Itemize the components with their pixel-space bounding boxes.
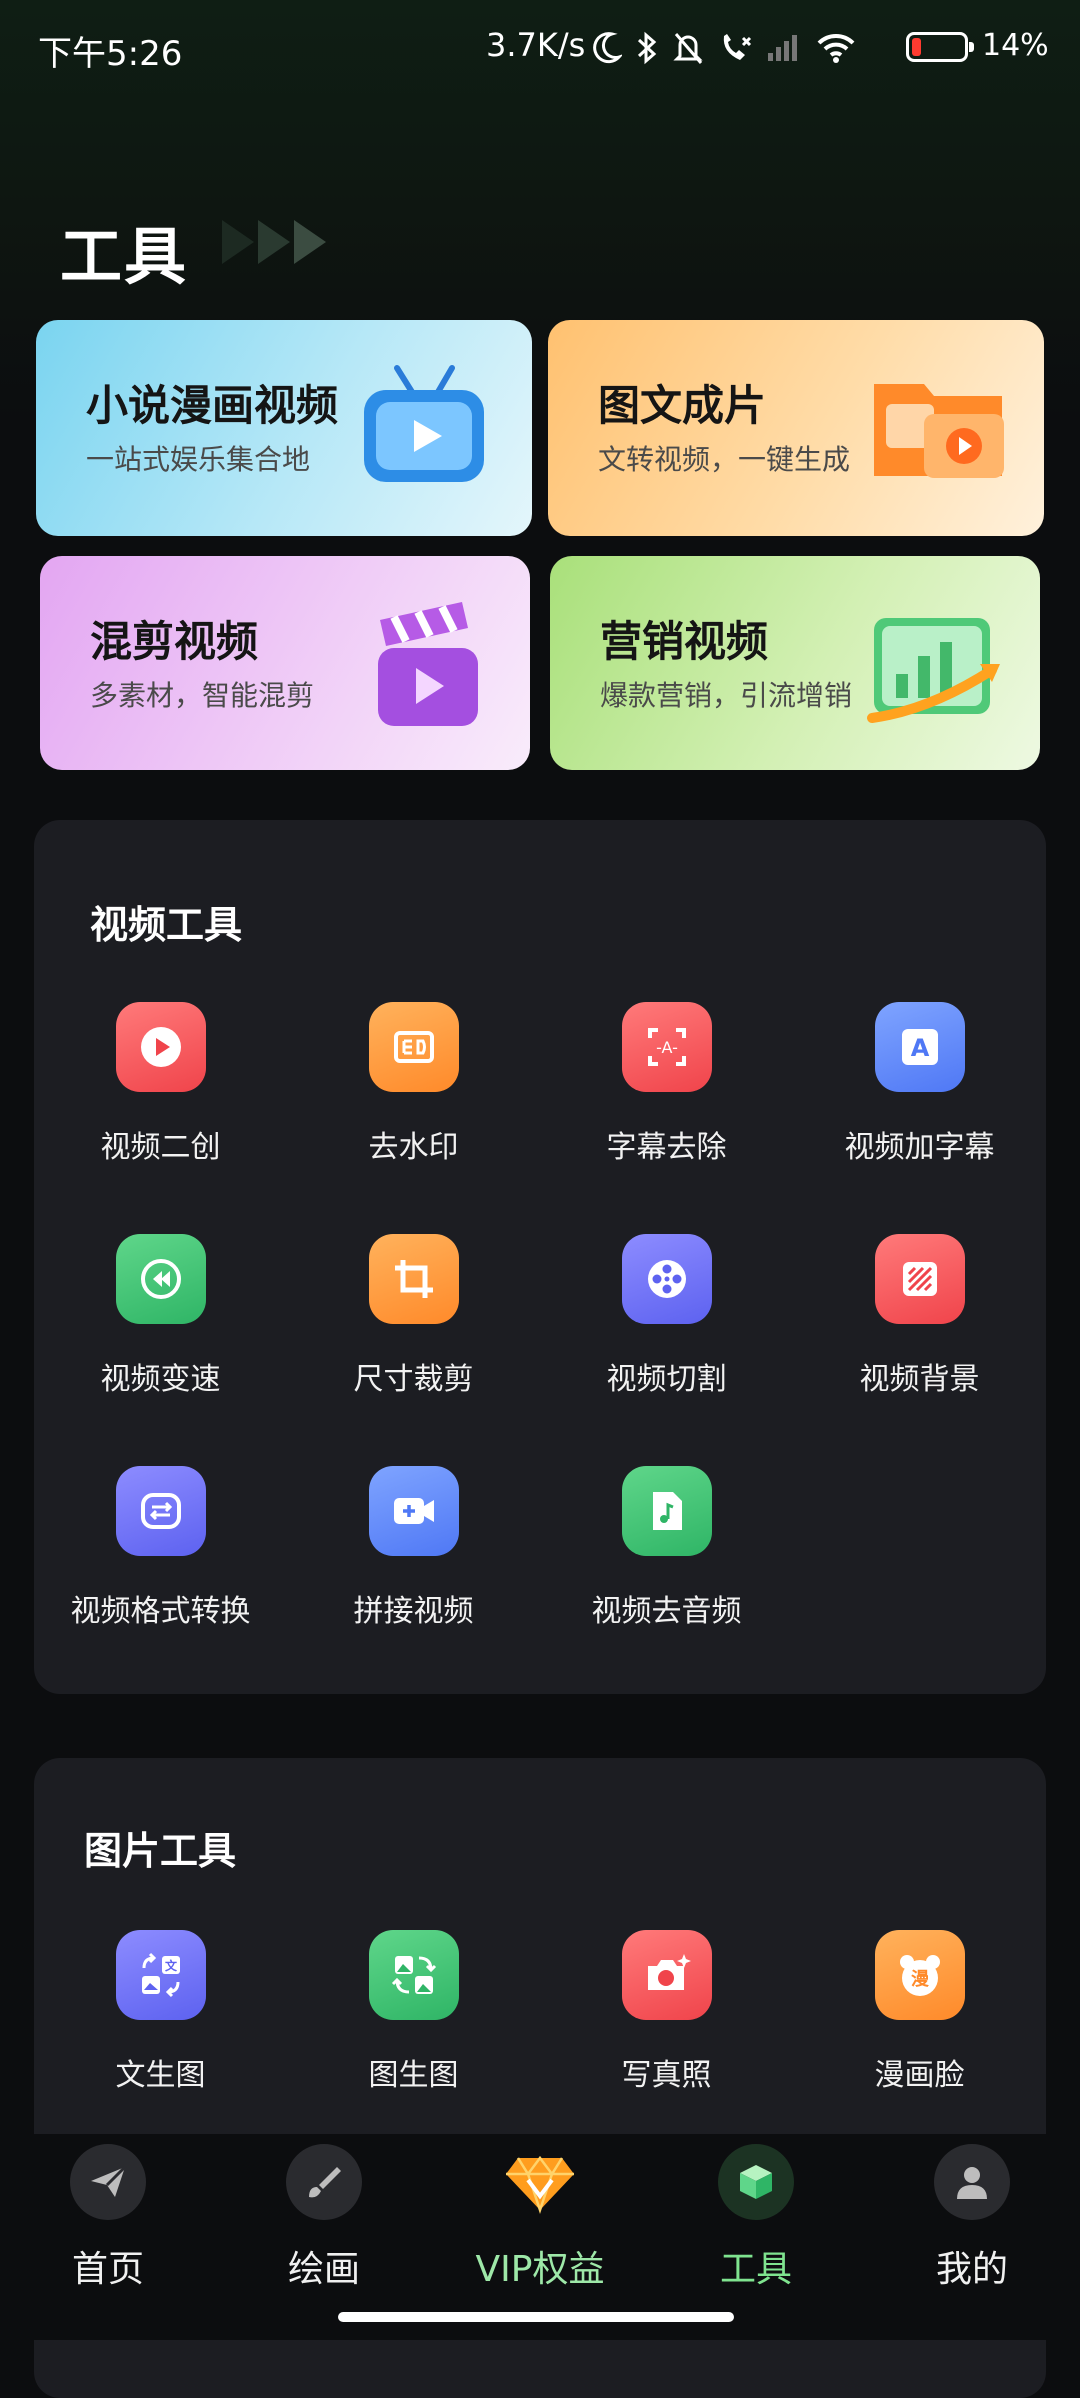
- nav-label: VIP权益: [475, 2249, 605, 2290]
- feature-card-title: 图文成片: [598, 381, 767, 430]
- image-to-image-icon: [368, 1930, 459, 2020]
- tool-video-background[interactable]: 视频背景: [793, 1234, 1046, 1398]
- bluetooth-icon: [637, 31, 657, 65]
- tool-image-to-image[interactable]: 图生图: [287, 1930, 540, 2094]
- battery-percent: 14%: [982, 28, 1049, 63]
- nav-item-mine[interactable]: 我的: [864, 2144, 1080, 2292]
- feature-card-subtitle: 一站式娱乐集合地: [86, 443, 311, 476]
- nav-item-tools[interactable]: 工具: [648, 2144, 864, 2292]
- svg-text:-A-: -A-: [656, 1038, 678, 1057]
- folder-video-icon: [874, 384, 1004, 478]
- video-tools-title: 视频工具: [90, 903, 243, 947]
- tool-label: 漫画脸: [874, 2058, 965, 2093]
- convert-icon: [115, 1466, 206, 1556]
- tool-add-subtitles[interactable]: A 视频加字幕: [793, 1002, 1046, 1166]
- tool-size-crop[interactable]: 尺寸裁剪: [287, 1234, 540, 1398]
- wifi-icon: [817, 33, 855, 63]
- tool-label: 视频去音频: [591, 1594, 742, 1629]
- clapperboard-icon: [378, 602, 478, 726]
- tool-label: 字幕去除: [606, 1130, 727, 1165]
- tool-label: 视频加字幕: [844, 1130, 995, 1165]
- svg-text:漫: 漫: [911, 1969, 930, 1990]
- paper-plane-icon: [70, 2144, 146, 2220]
- music-file-icon: [621, 1466, 712, 1556]
- tool-label: 去水印: [368, 1130, 459, 1165]
- feature-card-title: 小说漫画视频: [86, 381, 339, 430]
- feature-card-marketing-video[interactable]: 营销视频 爆款营销，引流增销: [550, 556, 1040, 770]
- tool-label: 拼接视频: [353, 1594, 474, 1629]
- status-time: 下午5:26: [38, 34, 183, 74]
- cube-icon: [718, 2144, 794, 2220]
- nav-item-vip[interactable]: VIP权益: [432, 2144, 648, 2292]
- video-add-icon: [368, 1466, 459, 1556]
- tool-video-split[interactable]: 视频切割: [540, 1234, 793, 1398]
- tool-label: 视频背景: [859, 1362, 980, 1397]
- nav-item-home[interactable]: 首页: [0, 2144, 216, 2292]
- tool-label: 尺寸裁剪: [353, 1362, 474, 1397]
- feature-card-mix-cut-video[interactable]: 混剪视频 多素材，智能混剪: [40, 556, 530, 770]
- tool-remove-audio[interactable]: 视频去音频: [540, 1466, 793, 1630]
- tool-label: 视频格式转换: [70, 1594, 251, 1629]
- feature-card-title: 营销视频: [600, 617, 769, 666]
- nav-label: 工具: [719, 2249, 792, 2290]
- tool-remove-watermark[interactable]: 去水印: [287, 1002, 540, 1166]
- nav-label: 首页: [71, 2249, 144, 2290]
- feature-card-title: 混剪视频: [90, 617, 259, 666]
- decorative-arrows-icon: [222, 220, 330, 264]
- status-icons: [592, 28, 856, 68]
- text-a-icon: A: [874, 1002, 965, 1092]
- tv-icon: [364, 365, 484, 482]
- tool-label: 图生图: [368, 2058, 459, 2093]
- moon-icon: [593, 32, 622, 64]
- tool-label: 视频变速: [100, 1362, 221, 1397]
- tool-video-recreate[interactable]: 视频二创: [34, 1002, 287, 1166]
- play-icon: [115, 1002, 206, 1092]
- tool-remove-subtitles[interactable]: -A- 字幕去除: [540, 1002, 793, 1166]
- vip-diamond-icon: [502, 2144, 578, 2220]
- tool-label: 视频二创: [100, 1130, 221, 1165]
- tool-portrait-photo[interactable]: 写真照: [540, 1930, 793, 2094]
- watermark-icon: [368, 1002, 459, 1092]
- tool-text-to-image[interactable]: 文 文生图: [34, 1930, 287, 2094]
- call-icon: [723, 34, 752, 60]
- feature-card-subtitle: 多素材，智能混剪: [90, 679, 315, 712]
- feature-card-subtitle: 爆款营销，引流增销: [600, 679, 853, 712]
- tool-comic-face[interactable]: 漫 漫画脸: [793, 1930, 1046, 2094]
- bottom-nav: 首页 绘画 VIP权益 工具 我的: [0, 2134, 1080, 2340]
- feature-card-novel-comic-video[interactable]: 小说漫画视频 一站式娱乐集合地: [36, 320, 532, 536]
- bear-face-icon: 漫: [874, 1930, 965, 2020]
- subtitle-remove-icon: -A-: [621, 1002, 712, 1092]
- feature-card-subtitle: 文转视频，一键生成: [598, 443, 851, 476]
- person-icon: [934, 2144, 1010, 2220]
- battery-icon: [906, 32, 974, 62]
- video-tools-panel: 视频工具 视频二创 去水印 -A- 字幕去除 A 视频加字幕 视频变速 尺寸裁剪: [34, 820, 1046, 1694]
- image-tools-title: 图片工具: [84, 1829, 237, 1873]
- brush-icon: [286, 2144, 362, 2220]
- nav-label: 绘画: [287, 2249, 360, 2290]
- tool-video-speed[interactable]: 视频变速: [34, 1234, 287, 1398]
- page-title: 工具: [60, 220, 189, 293]
- svg-text:文: 文: [164, 1958, 177, 1973]
- status-bar: 下午5:26 3.7K/s 14%: [0, 0, 1080, 100]
- tool-format-convert[interactable]: 视频格式转换: [34, 1466, 287, 1630]
- tool-label: 写真照: [621, 2058, 712, 2093]
- text-to-image-icon: 文: [115, 1930, 206, 2020]
- speed-icon: [115, 1234, 206, 1324]
- nav-item-painting[interactable]: 绘画: [216, 2144, 432, 2292]
- feature-card-image-text-video[interactable]: 图文成片 文转视频，一键生成: [548, 320, 1044, 536]
- film-reel-icon: [621, 1234, 712, 1324]
- home-indicator[interactable]: [338, 2312, 734, 2322]
- network-speed: 3.7K/s: [486, 26, 586, 64]
- svg-text:A: A: [910, 1034, 929, 1062]
- camera-sparkle-icon: [621, 1930, 712, 2020]
- nav-label: 我的: [935, 2249, 1008, 2290]
- tool-label: 文生图: [115, 2058, 206, 2093]
- crop-icon: [368, 1234, 459, 1324]
- tool-merge-video[interactable]: 拼接视频: [287, 1466, 540, 1630]
- signal-icon: [768, 35, 797, 61]
- tool-label: 视频切割: [606, 1362, 727, 1397]
- bell-off-icon: [673, 33, 703, 64]
- chart-growth-icon: [867, 618, 1000, 723]
- background-icon: [874, 1234, 965, 1324]
